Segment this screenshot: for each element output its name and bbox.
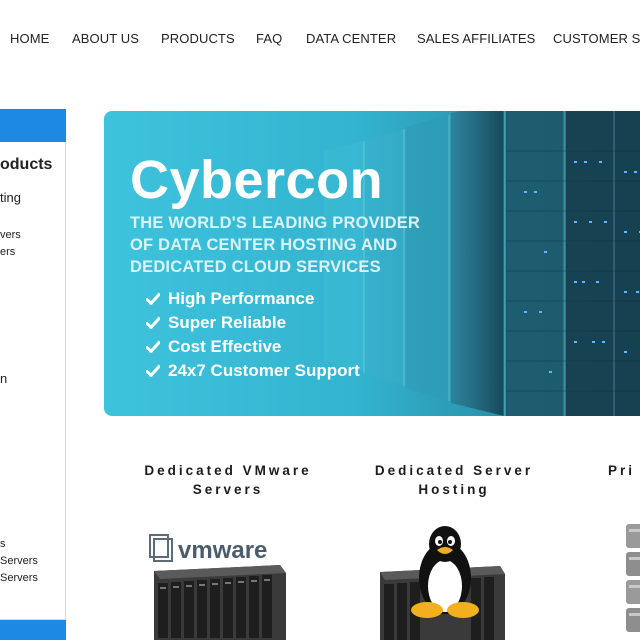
feature-label: High Performance xyxy=(168,289,315,308)
nav-products[interactable]: PRODUCTS xyxy=(161,31,235,46)
feature-item: Super Reliable xyxy=(146,311,360,335)
feature-item: 24x7 Customer Support xyxy=(146,359,360,383)
vmware-server-image[interactable]: vmware xyxy=(140,525,290,640)
feature-item: Cost Effective xyxy=(146,335,360,359)
checkmark-icon xyxy=(146,341,160,353)
product-title-dedicated-hosting[interactable]: Dedicated Server Hosting xyxy=(358,461,550,499)
nav-customer-support[interactable]: CUSTOMER SU xyxy=(553,31,640,46)
vmware-logo: vmware xyxy=(149,534,267,564)
hero-tagline: THE WORLD'S LEADING PROVIDER OF DATA CEN… xyxy=(130,214,421,276)
sidebar-item[interactable]: ers xyxy=(0,246,15,258)
checkmark-icon xyxy=(146,317,160,329)
nav-home[interactable]: HOME xyxy=(10,31,49,46)
nav-sales-affiliates[interactable]: SALES AFFILIATES xyxy=(417,31,535,46)
products-sidebar: oducts ting vers ers n s Servers Servers xyxy=(0,109,67,640)
hero-banner[interactable]: Cybercon THE WORLD'S LEADING PROVIDER OF… xyxy=(104,111,640,416)
sidebar-panel xyxy=(0,142,66,620)
top-navigation: HOME ABOUT US PRODUCTS FAQ DATA CENTER S… xyxy=(0,0,640,80)
feature-label: Cost Effective xyxy=(168,337,282,356)
checkmark-icon xyxy=(146,293,160,305)
sidebar-item[interactable]: n xyxy=(0,371,7,386)
hero-feature-list: High Performance Super Reliable Cost Eff… xyxy=(146,287,360,383)
hero-brand-name: Cybercon xyxy=(130,150,384,210)
sidebar-item[interactable]: Servers xyxy=(0,555,38,567)
linux-penguin-icon xyxy=(411,526,479,618)
feature-label: Super Reliable xyxy=(168,313,287,332)
sidebar-item[interactable]: ting xyxy=(0,190,21,205)
checkmark-icon xyxy=(146,365,160,377)
sidebar-item[interactable]: vers xyxy=(0,229,21,241)
dedicated-server-image[interactable] xyxy=(375,520,515,640)
feature-label: 24x7 Customer Support xyxy=(168,361,360,380)
nav-data-center[interactable]: DATA CENTER xyxy=(306,31,396,46)
product-title-vmware[interactable]: Dedicated VMware Servers xyxy=(130,461,326,499)
nav-about-us[interactable]: ABOUT US xyxy=(72,31,139,46)
vmware-logo-text: vmware xyxy=(178,537,267,564)
feature-item: High Performance xyxy=(146,287,360,311)
product-title-private[interactable]: Pri xyxy=(608,461,640,480)
sidebar-footer-bar xyxy=(0,620,66,640)
sidebar-header-bar xyxy=(0,109,66,142)
sidebar-item[interactable]: Servers xyxy=(0,572,38,584)
sidebar-item[interactable]: s xyxy=(0,538,6,550)
sidebar-title: oducts xyxy=(0,156,53,173)
server-stack-icon[interactable] xyxy=(624,524,640,640)
nav-faq[interactable]: FAQ xyxy=(256,31,282,46)
